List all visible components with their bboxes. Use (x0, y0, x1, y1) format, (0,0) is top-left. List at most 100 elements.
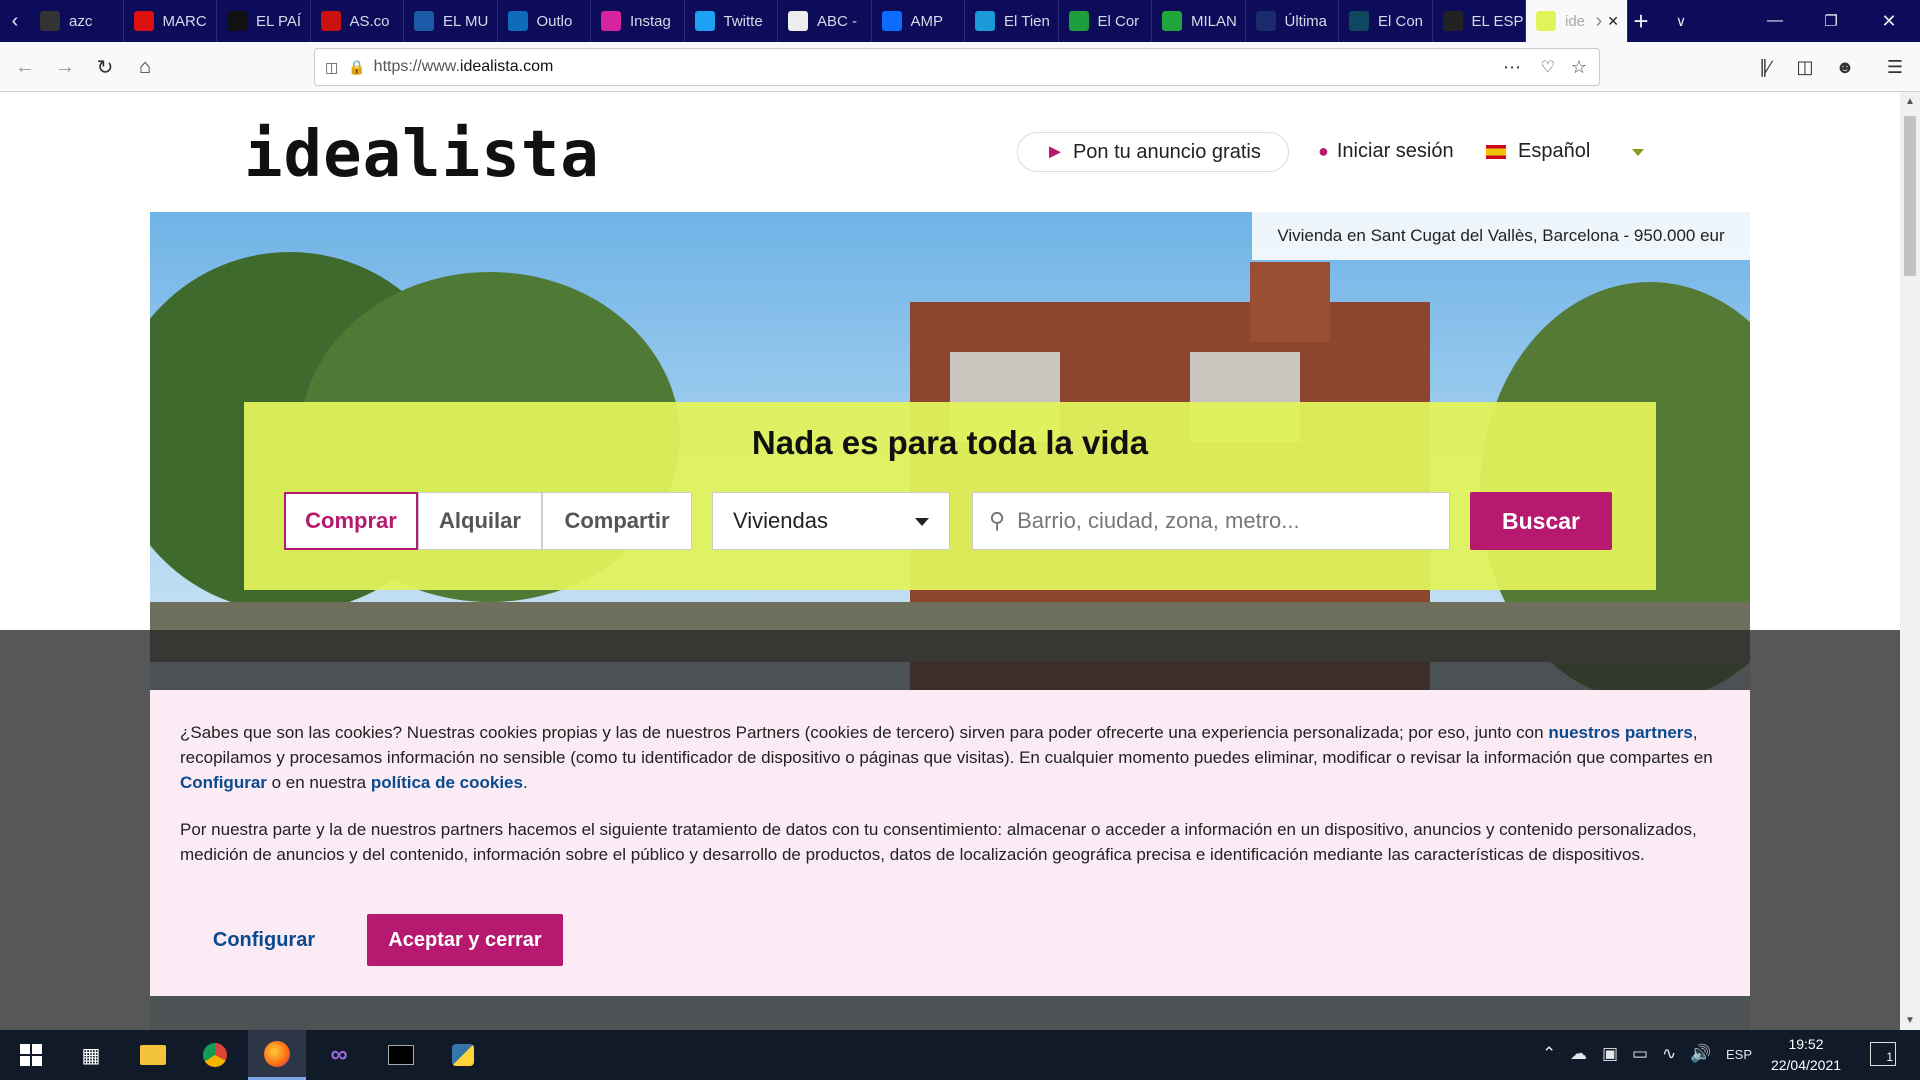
publish-ad-button[interactable]: ► Pon tu anuncio gratis (1017, 132, 1289, 172)
chevron-up-icon[interactable]: ⌃ (1542, 1044, 1556, 1064)
photo-caption[interactable]: Vivienda en Sant Cugat del Vallès, Barce… (1252, 212, 1750, 260)
configure-link[interactable]: Configurar (180, 773, 267, 792)
scroll-down-icon[interactable]: ▼ (1905, 1015, 1915, 1026)
account-icon[interactable]: ☻ (1828, 50, 1862, 84)
partners-link[interactable]: nuestros partners (1548, 723, 1693, 742)
shield-icon[interactable]: ◫ (325, 59, 338, 76)
url-text[interactable]: https://www.idealista.com (374, 58, 554, 76)
wifi-icon[interactable]: ∿ (1662, 1044, 1676, 1064)
search-button[interactable]: Buscar (1470, 492, 1612, 550)
language-caret-icon[interactable] (1632, 149, 1644, 156)
tab-scroll-right-icon[interactable]: › (1584, 0, 1614, 42)
minimize-icon[interactable]: — (1752, 0, 1798, 42)
new-tab-icon[interactable]: + (1624, 0, 1658, 42)
tab-label: AS.co (349, 12, 390, 30)
terminal-icon[interactable] (372, 1030, 430, 1080)
login-link[interactable]: ● Iniciar sesión (1318, 140, 1454, 163)
back-icon[interactable]: ← (8, 50, 42, 84)
chevron-down-icon (915, 518, 929, 526)
cookie-text-intro: ¿Sabes que son las cookies? Nuestras coo… (180, 723, 1713, 792)
list-all-tabs-icon[interactable]: ∨ (1664, 0, 1698, 42)
accept-and-close-button[interactable]: Aceptar y cerrar (367, 914, 563, 966)
security-icon[interactable]: ▣ (1602, 1044, 1618, 1064)
clock[interactable]: 19:52 22/04/2021 (1756, 1034, 1856, 1076)
close-window-icon[interactable]: ✕ (1866, 0, 1912, 42)
browser-tab[interactable]: Instag (591, 0, 685, 42)
battery-icon[interactable]: ▭ (1632, 1044, 1648, 1064)
language-selector[interactable]: Español (1486, 140, 1590, 163)
task-view-icon[interactable]: ▦ (62, 1030, 120, 1080)
browser-tab[interactable]: MILAN (1152, 0, 1246, 42)
library-icon[interactable]: ∥∕ (1748, 50, 1782, 84)
url-bar[interactable]: ◫ 🔒 https://www.idealista.com ⋯ ♡ ☆ (314, 48, 1600, 86)
browser-tab[interactable]: Outlo (498, 0, 591, 42)
python-icon[interactable] (434, 1030, 492, 1080)
windows-start-icon[interactable] (2, 1030, 60, 1080)
chrome-icon[interactable] (186, 1030, 244, 1080)
firefox-icon[interactable] (248, 1030, 306, 1080)
location-search-field[interactable]: ⚲ (972, 492, 1450, 550)
page-actions-icon[interactable]: ⋯ (1503, 57, 1521, 78)
browser-tab[interactable]: El Con (1339, 0, 1433, 42)
tab-scroll-left-icon[interactable]: ‹ (0, 0, 30, 42)
language-label: Español (1518, 140, 1591, 162)
tab-label: AMP (910, 12, 944, 30)
pocket-icon[interactable]: ♡ (1541, 57, 1555, 77)
browser-tab[interactable]: El Tien (965, 0, 1059, 42)
browser-tab[interactable]: EL MU (404, 0, 498, 42)
scroll-up-icon[interactable]: ▲ (1905, 96, 1915, 107)
property-type-select[interactable]: Viviendas (712, 492, 950, 550)
browser-tab[interactable]: Última (1246, 0, 1339, 42)
menu-icon[interactable]: ☰ (1878, 50, 1912, 84)
tab-compartir[interactable]: Compartir (542, 492, 692, 550)
volume-icon[interactable]: 🔊 (1690, 1044, 1711, 1064)
tab-label: El Con (1378, 12, 1424, 30)
browser-tab[interactable]: AS.co (311, 0, 404, 42)
location-search-input[interactable] (1017, 508, 1418, 534)
instagram-favicon-icon (601, 11, 621, 31)
browser-nav-bar: ← → ↻ ⌂ ◫ 🔒 https://www.idealista.com ⋯ … (0, 42, 1920, 92)
notifications-icon[interactable]: 1 (1870, 1042, 1896, 1066)
outlook-favicon-icon (507, 11, 528, 31)
visual-studio-icon[interactable]: ∞ (310, 1030, 368, 1080)
windows-taskbar: ▦ ∞ ⌃ ☁ ▣ ▭ ∿ 🔊 ESP 19:52 22/04/2021 1 (0, 1030, 1920, 1080)
browser-tab[interactable]: AMP (872, 0, 965, 42)
browser-tab[interactable]: Twitte (685, 0, 778, 42)
tab-label: ABC - (817, 12, 858, 30)
browser-tab[interactable]: EL ESP (1433, 0, 1526, 42)
cookie-consent-banner: ¿Sabes que son las cookies? Nuestras coo… (150, 690, 1750, 996)
tab-comprar[interactable]: Comprar (284, 492, 418, 550)
restore-icon[interactable]: ❐ (1808, 0, 1854, 42)
file-explorer-icon[interactable] (124, 1030, 182, 1080)
tab-alquilar[interactable]: Alquilar (418, 492, 542, 550)
tab-label: Twitte (723, 12, 763, 30)
amp-favicon-icon (881, 11, 902, 31)
tab-label: Outlo (536, 12, 573, 30)
idealista-logo[interactable]: idealista (244, 118, 600, 192)
sidebar-icon[interactable]: ◫ (1788, 50, 1822, 84)
forward-icon[interactable]: → (48, 50, 82, 84)
reload-icon[interactable]: ↻ (88, 50, 122, 84)
browser-tab[interactable]: EL PAÍ (217, 0, 311, 42)
lock-icon[interactable]: 🔒 (348, 59, 365, 76)
input-language[interactable]: ESP (1726, 1047, 1752, 1062)
configure-button[interactable]: Configurar (190, 914, 338, 966)
tab-label: EL MU (443, 12, 489, 30)
home-icon[interactable]: ⌂ (128, 50, 162, 84)
tab-label: EL PAÍ (256, 12, 302, 30)
browser-tab[interactable]: El Cor (1059, 0, 1152, 42)
browser-tab[interactable]: MARC (124, 0, 217, 42)
bookmark-star-icon[interactable]: ☆ (1571, 57, 1587, 78)
scrollbar-thumb[interactable] (1904, 116, 1916, 276)
onedrive-icon[interactable]: ☁ (1570, 1044, 1587, 1064)
clock-date: 22/04/2021 (1770, 1057, 1842, 1073)
cookie-policy-link[interactable]: política de cookies (371, 773, 523, 792)
page-scrollbar[interactable]: ▲ ▼ (1900, 92, 1920, 1030)
tab-label: El Cor (1097, 12, 1140, 30)
idealista-favicon-icon (1536, 11, 1556, 31)
tab-label: azc (69, 12, 93, 30)
browser-tab[interactable]: ABC - (778, 0, 872, 42)
notification-count: 1 (1886, 1050, 1893, 1064)
marca-favicon-icon (133, 11, 154, 31)
browser-tab[interactable]: azc (30, 0, 124, 42)
